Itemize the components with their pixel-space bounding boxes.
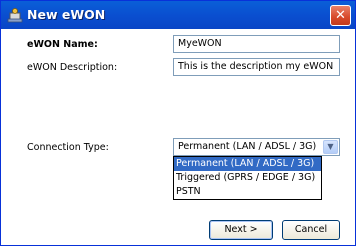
name-field[interactable]: MyeWON bbox=[173, 35, 340, 53]
option-pstn[interactable]: PSTN bbox=[174, 185, 321, 199]
window-title: New eWON bbox=[27, 7, 106, 22]
connection-type-dropdown: Permanent (LAN / ADSL / 3G) Triggered (G… bbox=[173, 156, 322, 200]
connection-type-select[interactable]: Permanent (LAN / ADSL / 3G) ▼ bbox=[173, 138, 340, 156]
description-field[interactable]: This is the description my eWON bbox=[173, 58, 340, 76]
dialog-body: eWON Name: MyeWON eWON Description: This… bbox=[1, 29, 355, 245]
option-permanent[interactable]: Permanent (LAN / ADSL / 3G) bbox=[174, 157, 321, 171]
title-bar[interactable]: New eWON ✕ bbox=[1, 1, 355, 29]
close-button[interactable]: ✕ bbox=[330, 5, 351, 26]
cancel-button[interactable]: Cancel bbox=[282, 220, 340, 240]
description-label: eWON Description: bbox=[27, 62, 118, 73]
next-button[interactable]: Next > bbox=[209, 220, 273, 240]
name-label: eWON Name: bbox=[27, 39, 98, 50]
chevron-down-icon[interactable]: ▼ bbox=[323, 140, 338, 154]
connection-type-value: Permanent (LAN / ADSL / 3G) bbox=[178, 141, 317, 152]
option-triggered[interactable]: Triggered (GPRS / EDGE / 3G) bbox=[174, 171, 321, 185]
close-icon: ✕ bbox=[335, 8, 346, 23]
connection-type-label: Connection Type: bbox=[27, 142, 109, 153]
ewon-app-icon bbox=[7, 8, 23, 23]
new-ewon-dialog: New eWON ✕ eWON Name: MyeWON eWON Descri… bbox=[0, 0, 356, 246]
